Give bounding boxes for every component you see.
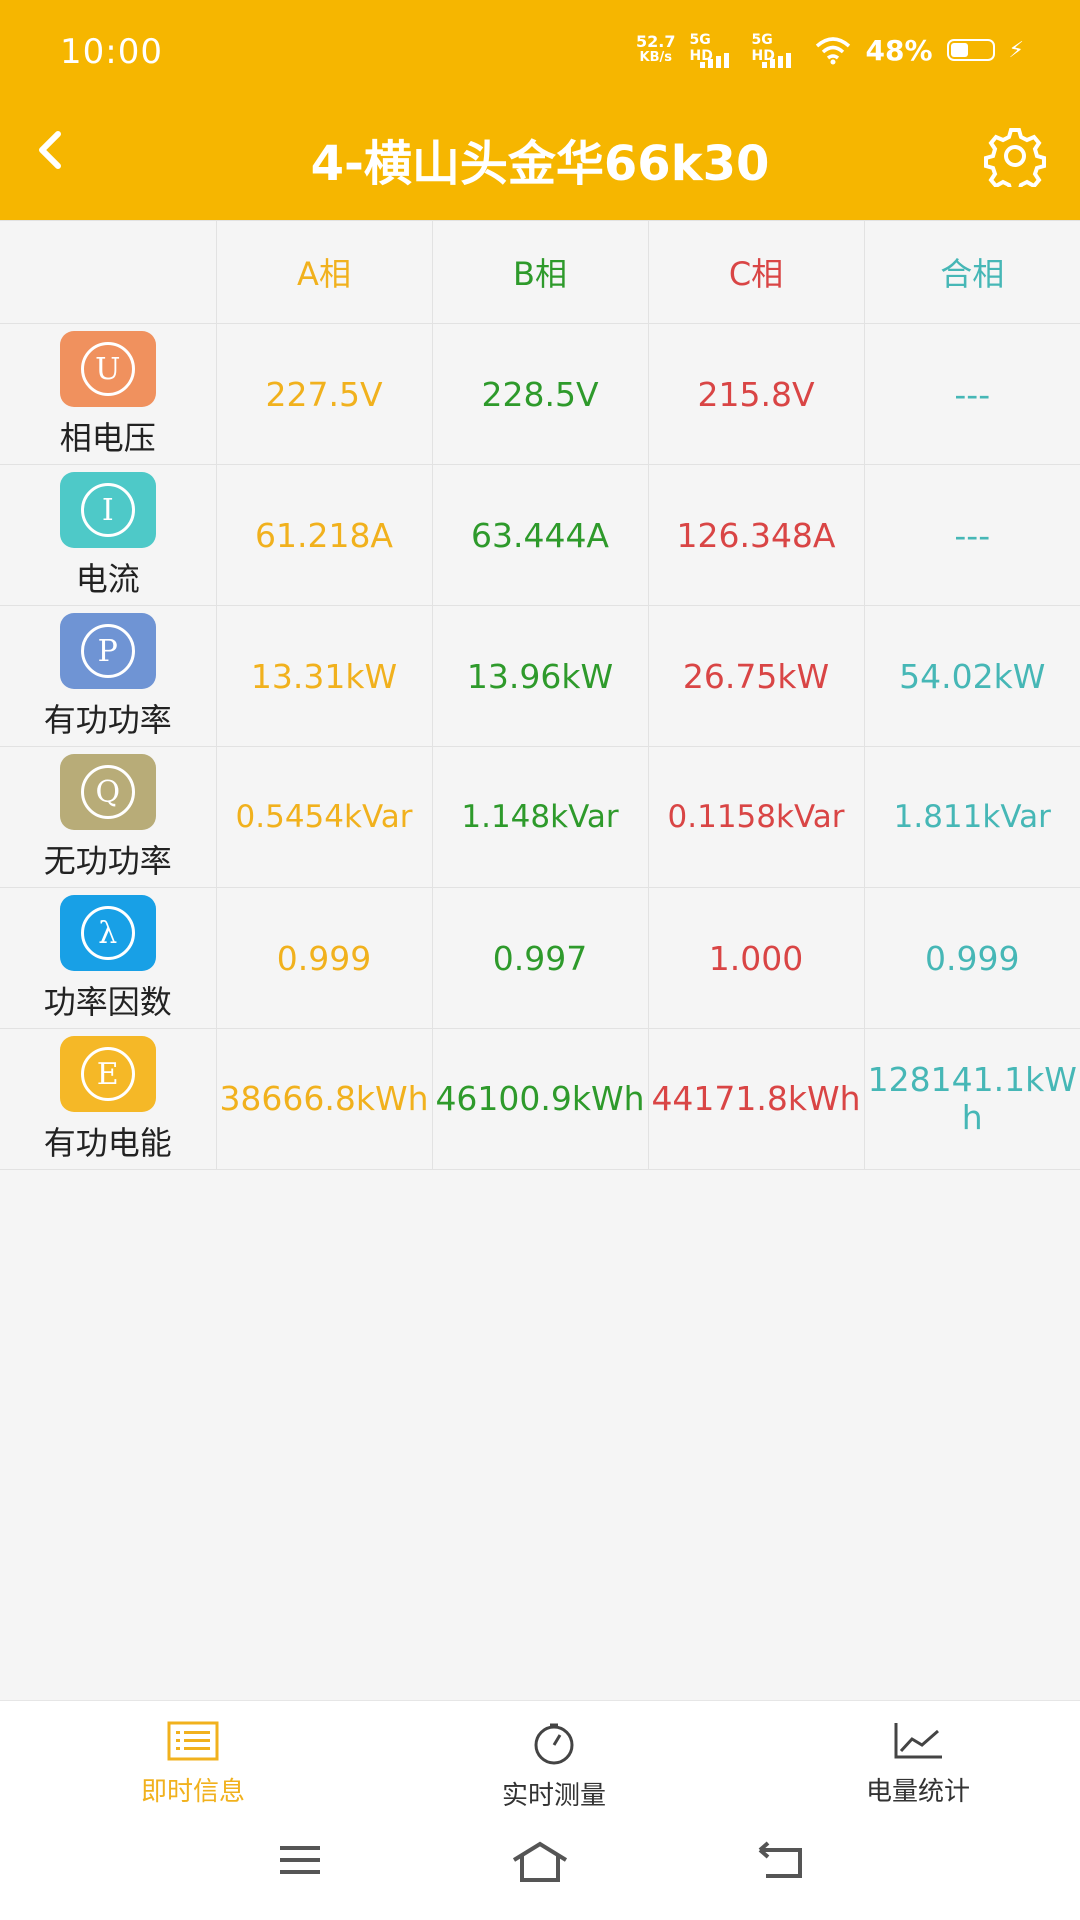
- row-label: 电流: [75, 560, 140, 598]
- energy-icon: E: [59, 1036, 156, 1112]
- tab-label: 即时信息: [140, 1777, 245, 1807]
- value-cell-c: 0.1158kVar: [647, 746, 865, 888]
- value-cell-total: 1.811kVar: [863, 746, 1080, 888]
- wifi-icon: [815, 37, 850, 65]
- row-label: 相电压: [59, 419, 156, 457]
- power-factor-icon: λ: [59, 895, 156, 971]
- row-header-energy: E 有功电能: [0, 1028, 217, 1170]
- row-label: 有功功率: [43, 701, 172, 739]
- tab-instant-info[interactable]: 即时信息: [93, 1721, 293, 1808]
- status-icons: 52.7 KB/s 5G HD 5G HD 48% ⚡: [636, 32, 1024, 68]
- column-header-c: C相: [647, 220, 865, 324]
- value-cell-c: 215.8V: [647, 323, 865, 465]
- value-cell-b: 1.148kVar: [431, 746, 649, 888]
- battery-icon: [946, 39, 995, 61]
- battery-percent: 48%: [865, 33, 933, 67]
- value-cell-c: 44171.8kWh: [647, 1028, 865, 1170]
- corner-cell: [0, 220, 217, 324]
- page-title: 4-横山头金华66k30: [310, 136, 770, 192]
- table-row: λ 功率因数 0.999 0.997 1.000 0.999: [0, 887, 1080, 1029]
- tab-energy-stats[interactable]: 电量统计: [818, 1721, 1018, 1808]
- system-navigation-bar: [0, 1810, 1080, 1920]
- row-header-power-factor: λ 功率因数: [0, 887, 217, 1029]
- header-row: A相 B相 C相 合相: [0, 220, 1080, 324]
- value-cell-a: 0.999: [215, 887, 433, 1029]
- measurement-table: A相 B相 C相 合相 U 相电压 227.5V 228.5V 215.8V -…: [0, 220, 1080, 1170]
- tab-label: 电量统计: [865, 1777, 970, 1807]
- table-row: P 有功功率 13.31kW 13.96kW 26.75kW 54.02kW: [0, 605, 1080, 747]
- value-cell-c: 26.75kW: [647, 605, 865, 747]
- chart-icon: [894, 1723, 942, 1759]
- back-nav-icon[interactable]: [756, 1840, 806, 1880]
- voltage-icon: U: [59, 331, 156, 407]
- signal-sim1-icon: 5G HD: [690, 32, 738, 68]
- value-cell-total: 54.02kW: [863, 605, 1080, 747]
- active-power-icon: P: [59, 613, 156, 689]
- charging-icon: ⚡: [1008, 37, 1024, 63]
- row-header-voltage: U 相电压: [0, 323, 217, 465]
- tab-realtime-measure[interactable]: 实时测量: [454, 1721, 654, 1812]
- menu-icon[interactable]: [276, 1840, 324, 1880]
- value-cell-b: 228.5V: [431, 323, 649, 465]
- value-cell-total: 128141.1kWh: [863, 1028, 1080, 1170]
- row-header-reactive-power: Q 无功功率: [0, 746, 217, 888]
- table-row: Q 无功功率 0.5454kVar 1.148kVar 0.1158kVar 1…: [0, 746, 1080, 888]
- value-cell-b: 63.444A: [431, 464, 649, 606]
- row-label: 有功电能: [43, 1124, 172, 1162]
- value-cell-c: 1.000: [647, 887, 865, 1029]
- column-header-total: 合相: [863, 220, 1080, 324]
- value-cell-a: 227.5V: [215, 323, 433, 465]
- row-label: 无功功率: [43, 842, 172, 880]
- top-bar: 10:00 52.7 KB/s 5G HD 5G HD 48% ⚡ 4-横山头金…: [0, 0, 1080, 220]
- row-header-current: I 电流: [0, 464, 217, 606]
- value-cell-total: ---: [863, 323, 1080, 465]
- value-cell-a: 13.31kW: [215, 605, 433, 747]
- reactive-power-icon: Q: [59, 754, 156, 830]
- value-cell-b: 0.997: [431, 887, 649, 1029]
- tab-label: 实时测量: [501, 1781, 606, 1811]
- settings-gear-icon[interactable]: [984, 125, 1046, 187]
- value-cell-b: 13.96kW: [431, 605, 649, 747]
- gauge-icon: [534, 1723, 574, 1765]
- column-header-b: B相: [431, 220, 649, 324]
- value-cell-b: 46100.9kWh: [431, 1028, 649, 1170]
- table-row: U 相电压 227.5V 228.5V 215.8V ---: [0, 323, 1080, 465]
- table-row: E 有功电能 38666.8kWh 46100.9kWh 44171.8kWh …: [0, 1028, 1080, 1170]
- row-label: 功率因数: [43, 983, 172, 1021]
- value-cell-total: 0.999: [863, 887, 1080, 1029]
- value-cell-a: 61.218A: [215, 464, 433, 606]
- current-icon: I: [59, 472, 156, 548]
- bottom-tab-bar: 即时信息 实时测量 电量统计: [0, 1700, 1080, 1811]
- network-speed: 52.7 KB/s: [636, 32, 676, 66]
- status-time: 10:00: [60, 32, 163, 72]
- value-cell-a: 38666.8kWh: [215, 1028, 433, 1170]
- table-row: I 电流 61.218A 63.444A 126.348A ---: [0, 464, 1080, 606]
- value-cell-c: 126.348A: [647, 464, 865, 606]
- column-header-a: A相: [215, 220, 433, 324]
- value-cell-a: 0.5454kVar: [215, 746, 433, 888]
- home-icon[interactable]: [510, 1840, 570, 1884]
- row-header-active-power: P 有功功率: [0, 605, 217, 747]
- value-cell-total: ---: [863, 464, 1080, 606]
- signal-sim2-icon: 5G HD: [752, 32, 800, 68]
- list-icon: [167, 1721, 219, 1761]
